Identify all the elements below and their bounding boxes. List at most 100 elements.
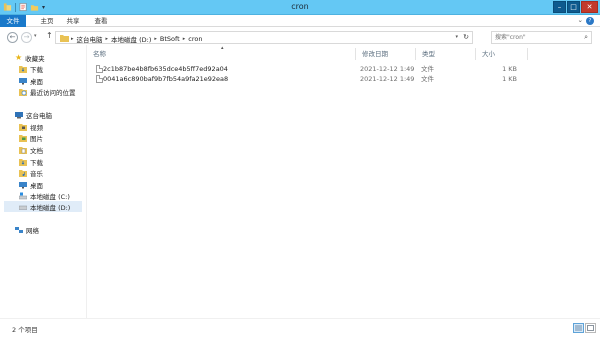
sidebar-item-downloads[interactable]: 下载 — [19, 63, 43, 74]
sidebar-item-label: 收藏夹 — [25, 54, 45, 63]
sidebar-item-favorites[interactable]: ★ 收藏夹 — [15, 52, 45, 63]
breadcrumb-separator-icon[interactable]: ▸ — [71, 36, 74, 42]
file-modified: 2021-12-12 1:49 — [360, 65, 415, 73]
recent-locations-chevron-icon[interactable]: ▾ — [34, 33, 37, 39]
sidebar-item-documents[interactable]: 文档 — [19, 144, 43, 155]
drive-icon — [19, 205, 27, 210]
sidebar-item-label: 这台电脑 — [26, 111, 52, 120]
sidebar-item-label: 文档 — [30, 146, 43, 155]
large-icons-view-button[interactable] — [585, 323, 596, 333]
large-icons-view-icon — [587, 325, 594, 331]
sidebar-item-drive-d[interactable]: 本地磁盘 (D:) — [4, 201, 82, 212]
recent-places-icon — [19, 88, 27, 96]
computer-icon — [15, 111, 23, 118]
file-size: 1 KB — [502, 75, 517, 83]
column-header-modified[interactable]: 修改日期 — [362, 49, 388, 60]
tab-share[interactable]: 共享 — [61, 15, 85, 27]
navigation-pane: ★ 收藏夹 下载 桌面 最近访问的位置 这台电脑 视频 图片 文档 下载 音乐 … — [0, 45, 86, 318]
sidebar-item-label: 网络 — [26, 226, 39, 235]
address-bar[interactable]: ▸ 这台电脑 ▸ 本地磁盘 (D:) ▸ BtSoft ▸ cron ▾ ↻ — [55, 31, 473, 44]
sidebar-item-label: 音乐 — [30, 169, 43, 178]
network-icon — [15, 226, 23, 233]
breadcrumb-separator-icon[interactable]: ▸ — [183, 36, 186, 42]
search-input[interactable] — [492, 32, 578, 43]
column-divider[interactable] — [415, 48, 416, 60]
search-icon[interactable]: ⌕ — [584, 33, 588, 42]
file-name: 0041a6c890baf9b7fb54a9fa21e92ea8 — [103, 75, 229, 83]
address-history-chevron-icon[interactable]: ▾ — [455, 34, 458, 40]
sidebar-item-desktop-pc[interactable]: 桌面 — [19, 179, 43, 190]
item-count: 2 个项目 — [12, 326, 38, 334]
sidebar-item-desktop[interactable]: 桌面 — [19, 75, 43, 86]
up-arrow-icon[interactable]: ↑ — [46, 31, 53, 40]
column-header-size[interactable]: 大小 — [482, 49, 495, 60]
window-controls: – □ ✕ — [553, 1, 598, 13]
file-list: ▴ 名称 修改日期 类型 大小 2c1b87be4b8fb635dce4b5ff… — [87, 45, 600, 318]
breadcrumb-drive-d[interactable]: 本地磁盘 (D:) — [111, 34, 151, 44]
file-row[interactable]: 0041a6c890baf9b7fb54a9fa21e92ea8 2021-12… — [92, 74, 522, 84]
details-view-button[interactable] — [573, 323, 584, 333]
tab-view[interactable]: 查看 — [89, 15, 113, 27]
breadcrumb-separator-icon[interactable]: ▸ — [106, 36, 109, 42]
sidebar-item-label: 桌面 — [30, 181, 43, 190]
sidebar-item-label: 本地磁盘 (C:) — [30, 192, 70, 201]
sidebar-item-pictures[interactable]: 图片 — [19, 132, 43, 143]
refresh-icon[interactable]: ↻ — [463, 33, 469, 41]
column-divider[interactable] — [475, 48, 476, 60]
maximize-button[interactable]: □ — [567, 1, 580, 13]
desktop-icon — [19, 77, 27, 84]
tab-file[interactable]: 文件 — [0, 15, 26, 27]
search-box[interactable]: ⌕ — [491, 31, 592, 44]
sidebar-item-network[interactable]: 网络 — [15, 224, 39, 235]
column-divider[interactable] — [355, 48, 356, 60]
breadcrumb-btsoft[interactable]: BtSoft — [160, 35, 180, 43]
music-folder-icon — [19, 169, 27, 177]
downloads-folder-icon — [19, 158, 27, 166]
file-modified: 2021-12-12 1:49 — [360, 75, 415, 83]
sidebar-item-label: 桌面 — [30, 77, 43, 86]
column-divider[interactable] — [527, 48, 528, 60]
sidebar-item-this-pc[interactable]: 这台电脑 — [15, 109, 52, 120]
star-icon: ★ — [15, 52, 23, 62]
breadcrumb-this-pc[interactable]: 这台电脑 — [77, 34, 103, 44]
sidebar-item-downloads-pc[interactable]: 下载 — [19, 156, 43, 167]
forward-button[interactable]: → — [21, 32, 32, 43]
column-header-type[interactable]: 类型 — [422, 49, 435, 60]
sort-ascending-icon: ▴ — [221, 45, 224, 51]
expand-ribbon-chevron-icon[interactable]: ⌄ — [578, 16, 583, 24]
sidebar-item-label: 视频 — [30, 123, 43, 132]
sidebar-item-label: 图片 — [30, 134, 43, 143]
file-type: 文件 — [421, 65, 434, 73]
minimize-button[interactable]: – — [553, 1, 566, 13]
breadcrumb-cron[interactable]: cron — [188, 35, 202, 43]
sidebar-item-label: 下载 — [30, 65, 43, 74]
window-title: cron — [291, 2, 309, 11]
file-type: 文件 — [421, 75, 434, 83]
file-size: 1 KB — [502, 65, 517, 73]
pictures-folder-icon — [19, 134, 27, 142]
sidebar-item-videos[interactable]: 视频 — [19, 121, 43, 132]
downloads-folder-icon — [19, 65, 27, 73]
sidebar-item-recent-places[interactable]: 最近访问的位置 — [19, 86, 76, 97]
sidebar-item-drive-c[interactable]: 本地磁盘 (C:) — [19, 190, 70, 201]
tab-home[interactable]: 主页 — [35, 15, 59, 27]
file-name: 2c1b87be4b8fb635dce4b5ff7ed92a04 — [103, 65, 228, 73]
help-icon[interactable]: ? — [586, 17, 594, 25]
details-view-icon — [575, 325, 582, 331]
file-icon — [96, 65, 103, 73]
navigation-bar: ← → ▾ ↑ ▸ 这台电脑 ▸ 本地磁盘 (D:) ▸ BtSoft ▸ cr… — [0, 28, 600, 45]
ribbon: 文件 主页 共享 查看 ⌄ ? — [0, 15, 600, 27]
desktop-icon — [19, 181, 27, 188]
sidebar-item-label: 本地磁盘 (D:) — [30, 203, 71, 212]
windows-drive-icon — [19, 192, 27, 199]
file-row[interactable]: 2c1b87be4b8fb635dce4b5ff7ed92a04 2021-12… — [92, 64, 522, 74]
close-button[interactable]: ✕ — [581, 1, 598, 13]
folder-icon — [60, 35, 69, 42]
sidebar-item-music[interactable]: 音乐 — [19, 167, 43, 178]
sidebar-item-label: 最近访问的位置 — [30, 88, 76, 97]
breadcrumb-separator-icon[interactable]: ▸ — [154, 36, 157, 42]
status-bar: 2 个项目 — [0, 318, 600, 337]
videos-folder-icon — [19, 123, 27, 131]
column-header-name[interactable]: 名称 — [93, 49, 106, 60]
back-button[interactable]: ← — [7, 32, 18, 43]
